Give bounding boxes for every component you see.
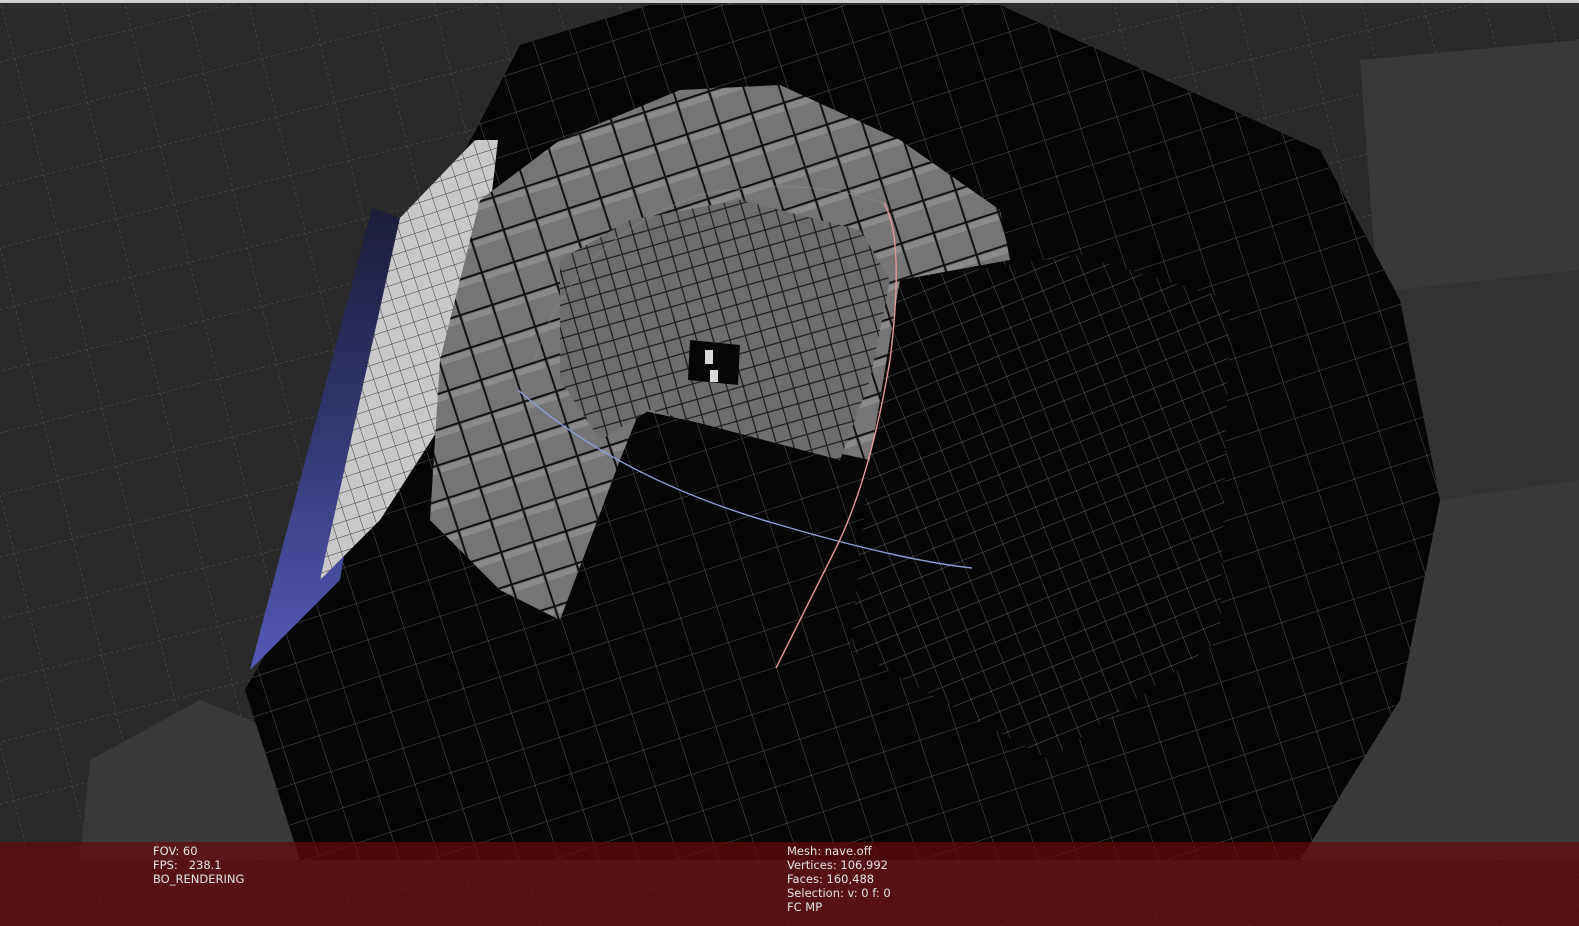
mesh-name-readout: Mesh: nave.off xyxy=(787,844,872,858)
mesh-render-canvas[interactable] xyxy=(0,0,1579,926)
faces-readout: Faces: 160,488 xyxy=(787,872,875,886)
center-opening xyxy=(688,340,740,385)
render-stats: FOV: 60 FPS: 238.1 BO_RENDERING xyxy=(153,844,244,886)
selection-readout: Selection: v: 0 f: 0 xyxy=(787,886,891,900)
mesh-stats: Mesh: nave.off Vertices: 106,992 Faces: … xyxy=(787,844,891,914)
inner-gray-faces xyxy=(560,200,890,460)
fps-readout: FPS: 238.1 xyxy=(153,858,222,872)
3d-viewport[interactable]: FOV: 60 FPS: 238.1 BO_RENDERING Mesh: na… xyxy=(0,0,1579,926)
render-mode-readout: BO_RENDERING xyxy=(153,872,245,886)
fov-readout: FOV: 60 xyxy=(153,844,198,858)
vertices-readout: Vertices: 106,992 xyxy=(787,858,888,872)
flags-readout: FC MP xyxy=(787,900,823,914)
stats-overlay-bar: FOV: 60 FPS: 238.1 BO_RENDERING Mesh: na… xyxy=(0,842,1579,926)
window-top-border xyxy=(0,0,1579,3)
